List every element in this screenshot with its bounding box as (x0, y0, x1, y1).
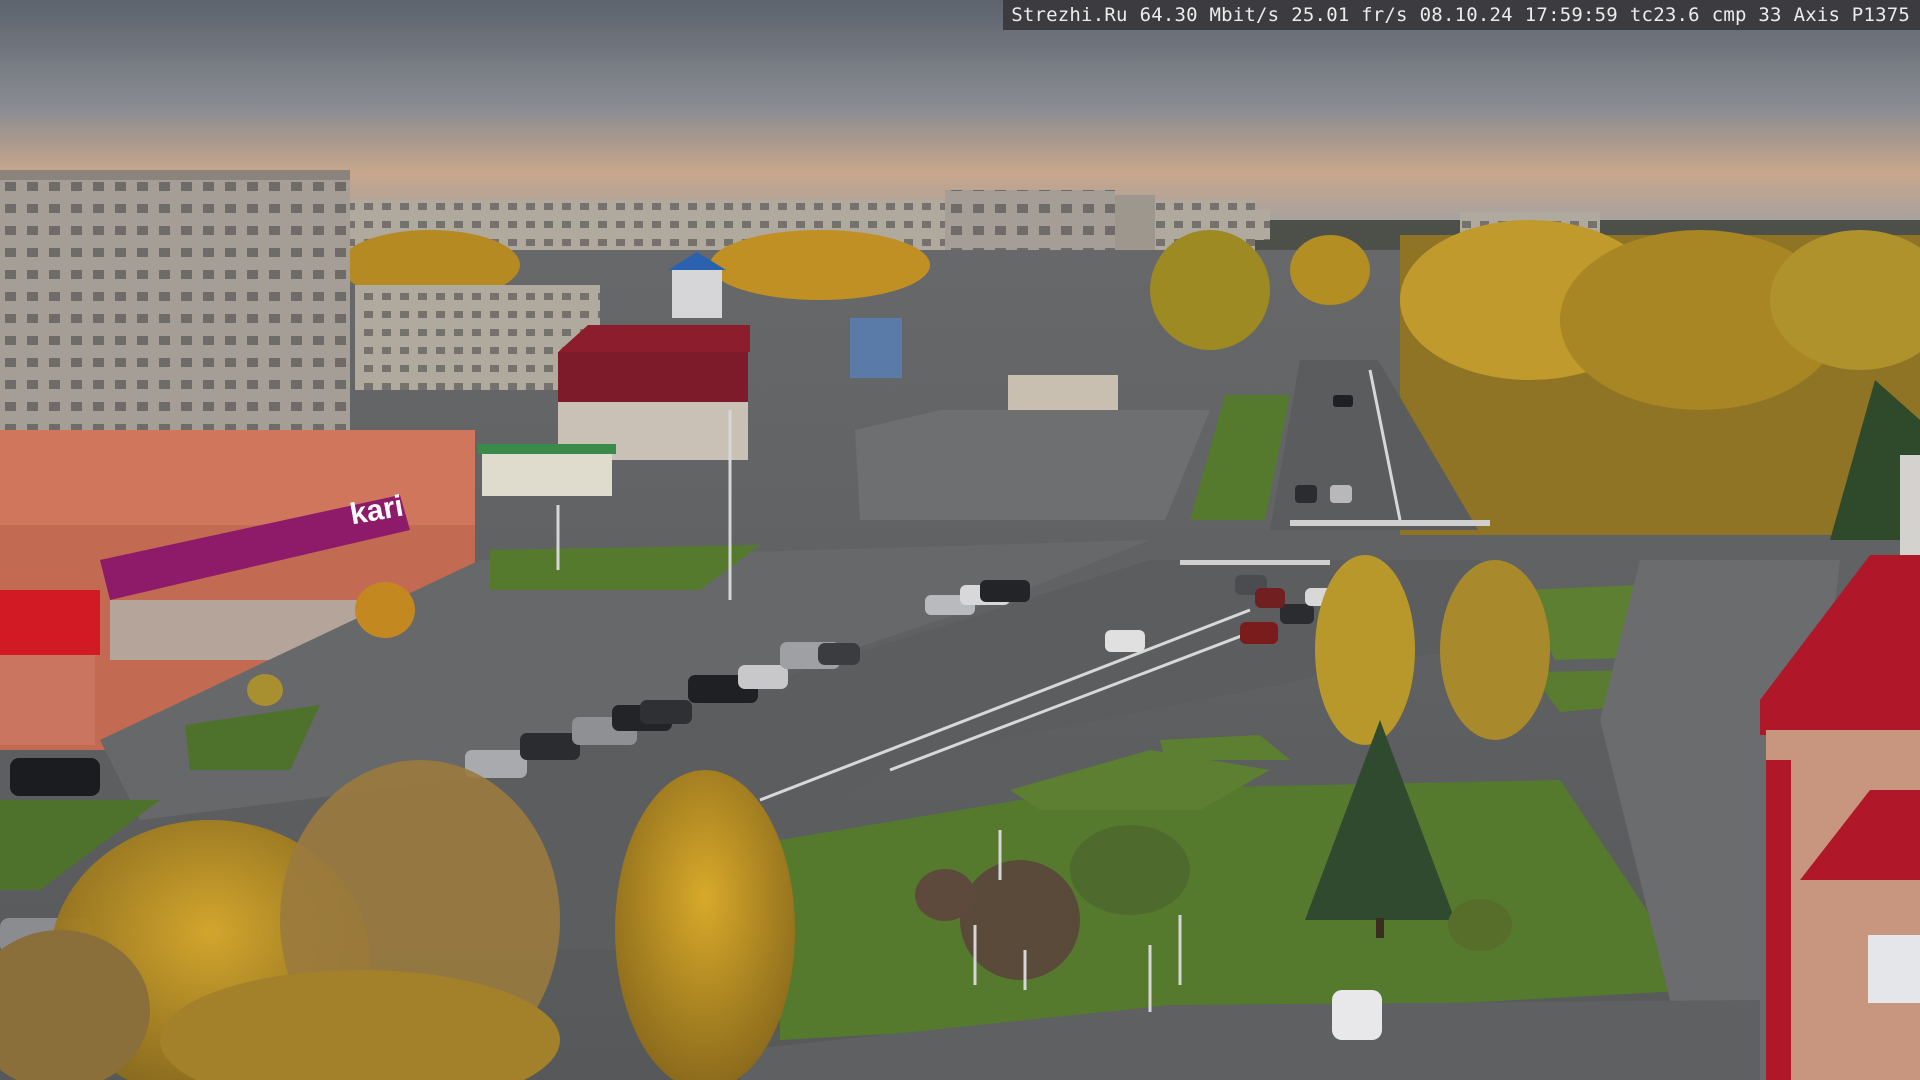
spruce-trunk (1376, 918, 1384, 938)
osd-camera-model: Axis P1375 (1793, 4, 1910, 26)
osd-time: 17:59:59 (1524, 4, 1618, 26)
osd-site: Strezhi.Ru (1011, 4, 1128, 26)
blue-small-building (850, 318, 902, 378)
green-kiosk (482, 448, 612, 496)
camera-osd-overlay: Strezhi.Ru 64.30 Mbit/s 25.01 fr/s 08.10.24… (1003, 0, 1920, 30)
osd-date: 08.10.24 (1419, 4, 1513, 26)
osd-cmp: cmp 33 (1711, 4, 1782, 26)
osd-bitrate: 64.30 Mbit/s (1139, 4, 1280, 26)
webcam-frame: kari Strezhi.Ru 64.30 Mbit/s 25.01 fr/s 08.… (0, 0, 1920, 1080)
osd-framerate: 25.01 fr/s (1291, 4, 1408, 26)
city-square-view (0, 0, 1920, 1080)
upper-plaza (855, 410, 1210, 520)
osd-tc: tc23.6 (1629, 4, 1700, 26)
green-kiosk-roof (478, 444, 616, 454)
red-roof-building (558, 325, 750, 460)
